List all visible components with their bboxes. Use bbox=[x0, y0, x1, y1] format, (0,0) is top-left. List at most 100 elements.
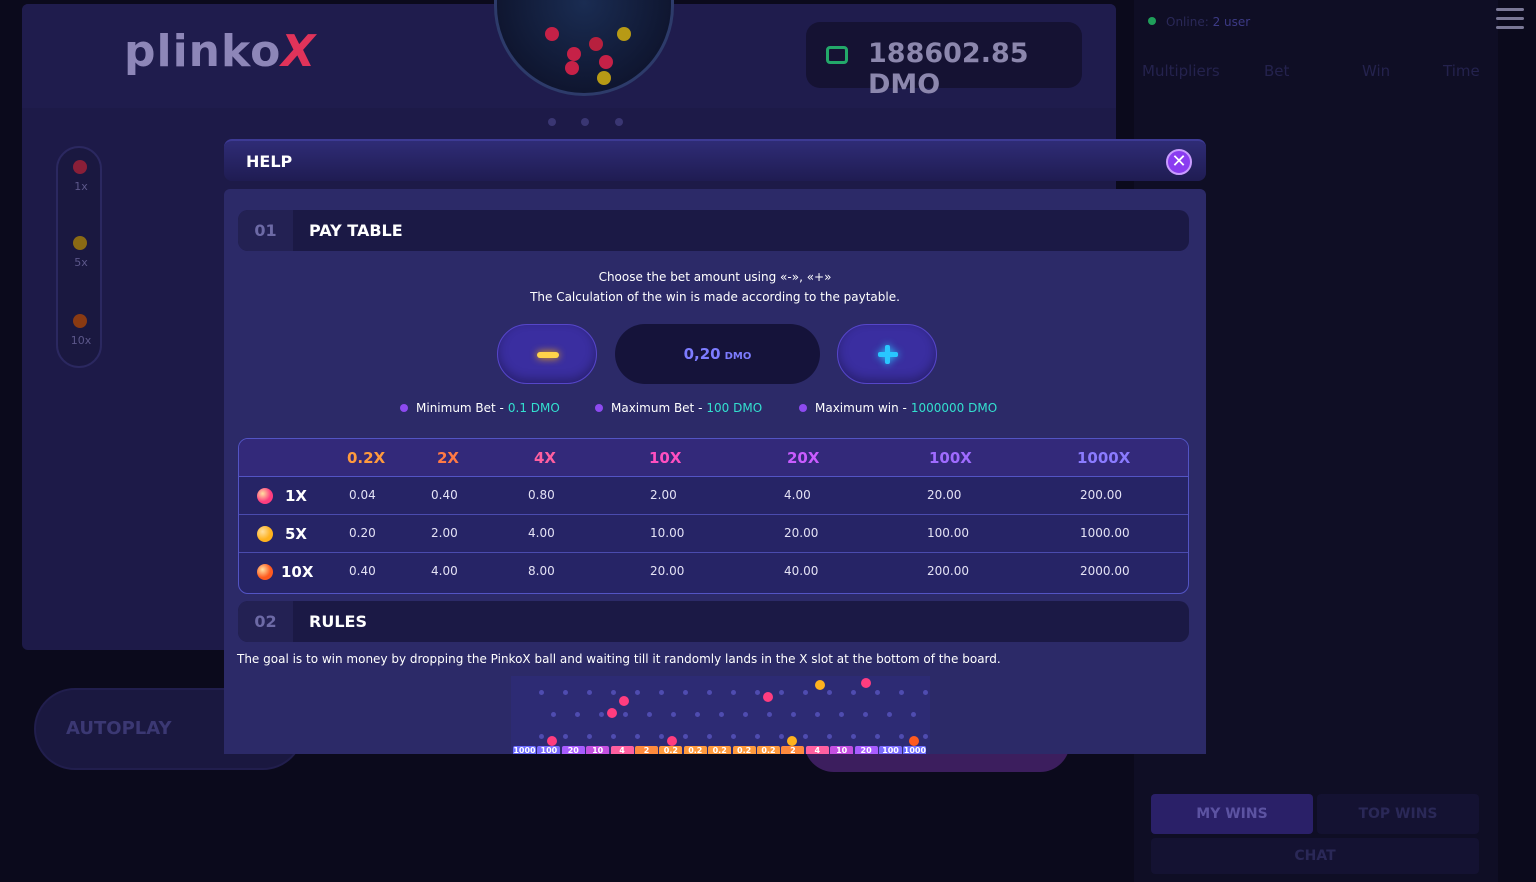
help-title: HELP bbox=[246, 152, 293, 171]
board-peg bbox=[635, 690, 640, 695]
board-peg bbox=[599, 712, 604, 717]
paytable-column-header: 20X bbox=[787, 449, 820, 467]
paytable-cell: 0.40 bbox=[431, 488, 458, 502]
ball-icon bbox=[257, 526, 273, 542]
tab-chat[interactable]: CHAT bbox=[1151, 838, 1479, 874]
paytable-cell: 200.00 bbox=[1080, 488, 1122, 502]
paytable-cell: 20.00 bbox=[927, 488, 962, 502]
board-peg bbox=[827, 734, 832, 739]
paytable-cell: 10.00 bbox=[650, 526, 685, 540]
yellow-ball-icon bbox=[73, 236, 87, 250]
board-peg bbox=[539, 734, 544, 739]
page-dot[interactable] bbox=[615, 118, 623, 126]
board-ball bbox=[667, 736, 677, 746]
section-title: RULES bbox=[309, 612, 367, 631]
paytable-header-row: 0.2X 2X 4X 10X 20X 100X 1000X bbox=[239, 439, 1188, 477]
board-peg bbox=[719, 712, 724, 717]
paytable-row: 1X 0.04 0.40 0.80 2.00 4.00 20.00 200.00 bbox=[239, 477, 1188, 515]
board-peg bbox=[851, 690, 856, 695]
legend-label: 10x bbox=[70, 334, 92, 347]
board-peg bbox=[647, 712, 652, 717]
tab-top-wins[interactable]: TOP WINS bbox=[1317, 794, 1479, 834]
page-dot[interactable] bbox=[581, 118, 589, 126]
minimum-bet-info: Minimum Bet -0.1 DMO bbox=[400, 401, 560, 415]
paytable-column-header: 100X bbox=[929, 449, 972, 467]
ball-icon bbox=[257, 564, 273, 580]
board-peg bbox=[899, 690, 904, 695]
dome-ball bbox=[565, 61, 579, 75]
board-peg bbox=[659, 690, 664, 695]
board-slot: 10 bbox=[830, 746, 854, 754]
paytable-column-header: 1000X bbox=[1077, 449, 1131, 467]
paytable-cell: 2000.00 bbox=[1080, 564, 1130, 578]
board-peg bbox=[563, 690, 568, 695]
board-peg bbox=[575, 712, 580, 717]
board-peg bbox=[683, 690, 688, 695]
dome-ball bbox=[545, 27, 559, 41]
section-number: 02 bbox=[238, 601, 293, 642]
header-time: Time bbox=[1443, 62, 1480, 80]
paytable-column-header: 2X bbox=[437, 449, 460, 467]
board-peg bbox=[767, 712, 772, 717]
board-peg bbox=[611, 690, 616, 695]
board-slot: 1000 bbox=[903, 746, 927, 754]
board-slot: 20 bbox=[561, 746, 585, 754]
board-slot: 100 bbox=[537, 746, 561, 754]
paytable-description: The Calculation of the win is made accor… bbox=[530, 290, 900, 304]
plus-icon-stem bbox=[885, 345, 890, 364]
board-peg bbox=[587, 690, 592, 695]
paytable-cell: 200.00 bbox=[927, 564, 969, 578]
page-dot[interactable] bbox=[548, 118, 556, 126]
board-peg bbox=[731, 734, 736, 739]
paytable-column-header: 10X bbox=[649, 449, 682, 467]
section-title: PAY TABLE bbox=[309, 221, 403, 240]
bet-amount-value: 0,20 bbox=[683, 345, 721, 363]
paytable-row: 5X 0.20 2.00 4.00 10.00 20.00 100.00 1000.00 bbox=[239, 515, 1188, 553]
board-slot: 2 bbox=[781, 746, 805, 754]
minus-icon bbox=[537, 352, 559, 358]
board-peg bbox=[887, 712, 892, 717]
paytable-row-label: 1X bbox=[285, 487, 308, 505]
board-peg bbox=[779, 734, 784, 739]
board-slot: 0.2 bbox=[659, 746, 683, 754]
legend-label: 5x bbox=[74, 256, 88, 269]
board-ball bbox=[763, 692, 773, 702]
board-peg bbox=[863, 712, 868, 717]
decrease-bet-button[interactable] bbox=[497, 324, 597, 384]
tab-my-wins[interactable]: MY WINS bbox=[1151, 794, 1313, 834]
board-slot: 0.2 bbox=[708, 746, 732, 754]
board-slot: 0.2 bbox=[757, 746, 780, 754]
board-peg bbox=[923, 690, 928, 695]
paytable-cell: 8.00 bbox=[528, 564, 555, 578]
maximum-bet-info: Maximum Bet -100 DMO bbox=[595, 401, 762, 415]
paytable-cell: 100.00 bbox=[927, 526, 969, 540]
paytable-column-header: 4X bbox=[534, 449, 557, 467]
legend-label: 1x bbox=[74, 180, 88, 193]
online-indicator-icon bbox=[1148, 17, 1156, 25]
dome-ball bbox=[617, 27, 631, 41]
board-ball bbox=[861, 678, 871, 688]
board-slot: 2 bbox=[635, 746, 658, 754]
plinko-logo: plinkoX bbox=[124, 26, 317, 77]
board-ball bbox=[607, 708, 617, 718]
board-peg bbox=[875, 734, 880, 739]
board-peg bbox=[659, 734, 664, 739]
board-peg bbox=[611, 734, 616, 739]
increase-bet-button[interactable] bbox=[837, 324, 937, 384]
board-peg bbox=[923, 734, 928, 739]
online-count: Online: 2 user bbox=[1166, 15, 1251, 29]
board-ball bbox=[815, 680, 825, 690]
paytable-cell: 0.40 bbox=[349, 564, 376, 578]
board-slot: 20 bbox=[854, 746, 878, 754]
plinko-board-illustration: 1000 100 20 10 4 2 0.2 0.2 0.2 0.2 0.2 2 4 10 20 100 100… bbox=[511, 676, 930, 754]
board-peg bbox=[851, 734, 856, 739]
board-peg bbox=[635, 734, 640, 739]
board-ball bbox=[787, 736, 797, 746]
close-icon[interactable]: ✕ bbox=[1166, 149, 1192, 175]
board-ball bbox=[547, 736, 557, 746]
board-peg bbox=[755, 734, 760, 739]
paytable-column-header: 0.2X bbox=[347, 449, 386, 467]
hamburger-menu-icon[interactable] bbox=[1496, 8, 1524, 32]
dome-ball bbox=[599, 55, 613, 69]
balance-value: 188602.85 DMO bbox=[868, 38, 1029, 100]
